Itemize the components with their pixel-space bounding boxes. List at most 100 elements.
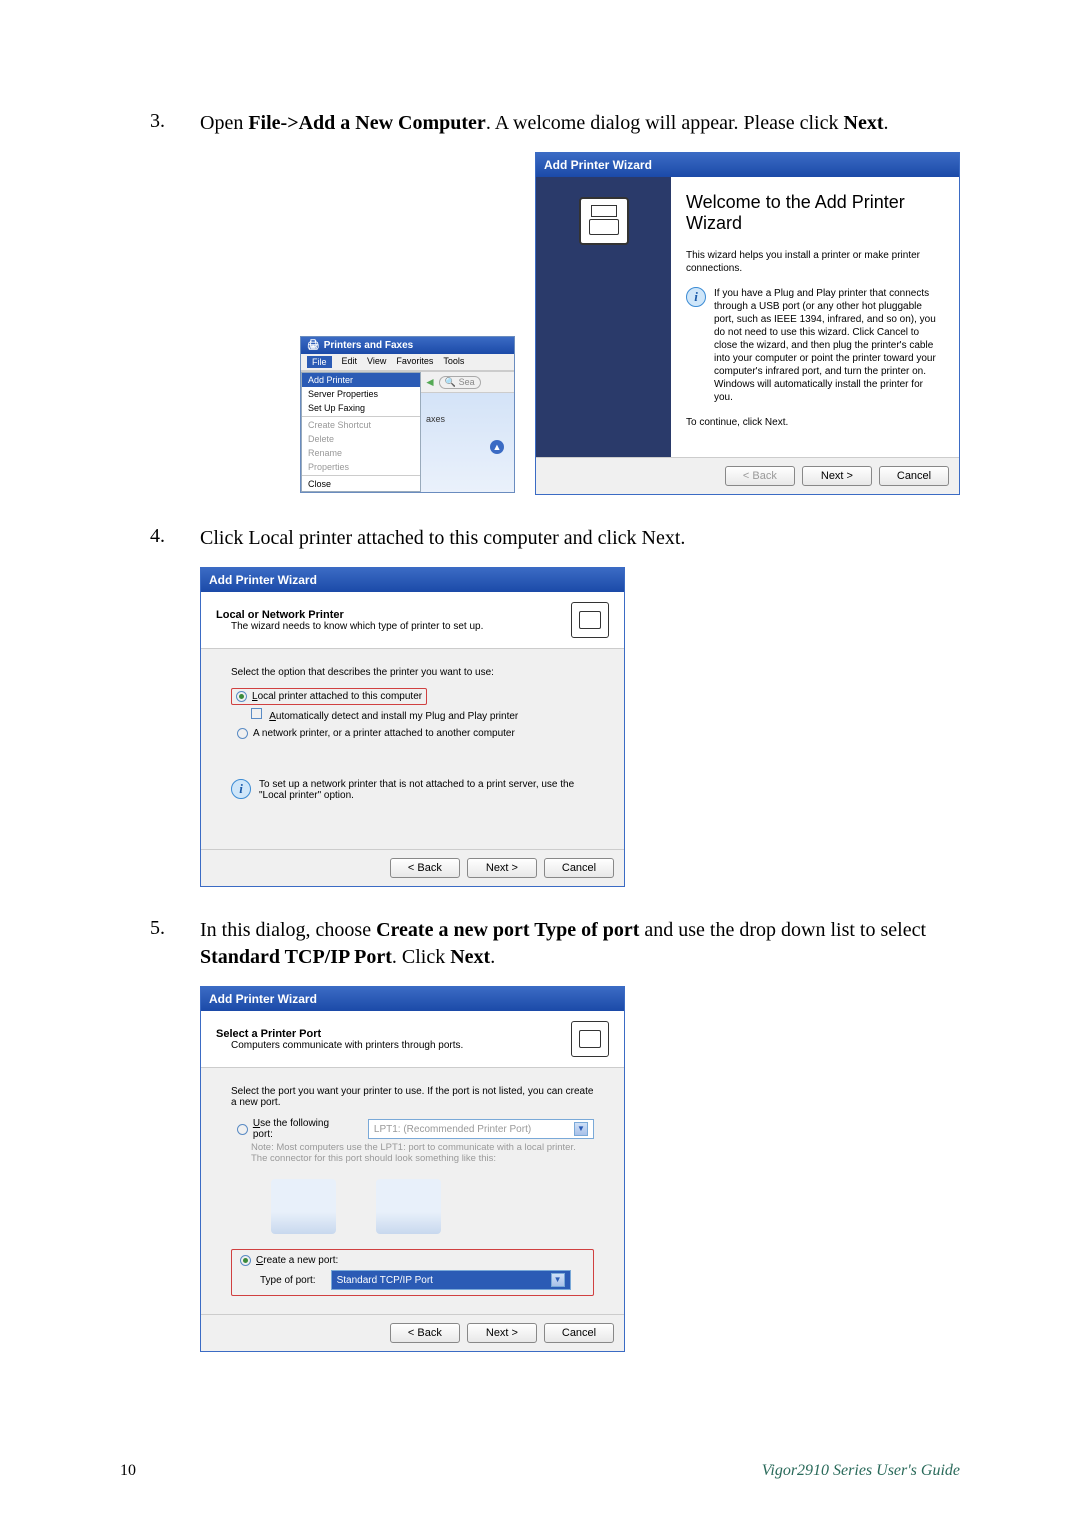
t: Open [200, 112, 248, 134]
opt-create-port-label: Create a new port: [256, 1255, 338, 1266]
radio-row-createport: Create a new port: [240, 1255, 585, 1266]
next-button[interactable]: Next > [802, 466, 872, 486]
step-3-num: 3. [120, 110, 200, 137]
pf-menubar: File Edit View Favorites Tools [301, 354, 514, 371]
t: . [883, 112, 888, 134]
connector-illustration-icon [376, 1179, 441, 1234]
wizard3-note: Note: Most computers use the LPT1: port … [251, 1142, 594, 1164]
chevron-down-icon[interactable]: ▼ [551, 1273, 565, 1287]
t: < Back [743, 470, 777, 482]
step-3: 3. Open File->Add a New Computer. A welc… [120, 110, 960, 137]
cancel-button[interactable]: Cancel [544, 858, 614, 878]
wizard3-titlebar: Add Printer Wizard [201, 987, 624, 1011]
t: . A welcome dialog will appear. Please c… [486, 112, 844, 134]
wizard-select-port: Add Printer Wizard Select a Printer Port… [200, 986, 625, 1352]
wizard2-titlebar: Add Printer Wizard [201, 568, 624, 592]
page-number: 10 [120, 1462, 136, 1480]
wizard-welcome: Add Printer Wizard Welcome to the Add Pr… [535, 152, 960, 495]
radio-use-port[interactable] [237, 1124, 248, 1135]
wizard2-info: i To set up a network printer that is no… [231, 779, 594, 811]
next-button[interactable]: Next > [467, 1323, 537, 1343]
t: Next [844, 112, 884, 134]
sep [302, 475, 420, 476]
wizard1-p2: To continue, click Next. [686, 416, 944, 429]
printer-icon [571, 602, 609, 638]
pf-body: Add Printer Server Properties Set Up Fax… [301, 371, 514, 492]
back-button[interactable]: < Back [390, 1323, 460, 1343]
menu-properties: Properties [302, 460, 420, 474]
wizard1-titlebar: Add Printer Wizard [536, 153, 959, 177]
wizard2-body: Select the option that describes the pri… [201, 649, 624, 849]
step-4: 4. Click Local printer attached to this … [120, 525, 960, 552]
wizard2-info-text: To set up a network printer that is not … [259, 779, 594, 801]
menu-view[interactable]: View [367, 356, 386, 368]
wizard2-highlight: LLocal printer attached to this computer… [231, 688, 427, 705]
menu-tools[interactable]: Tools [443, 356, 464, 368]
t: Create a new port Type of port [376, 919, 639, 941]
search-box[interactable]: 🔍 Sea [439, 376, 481, 389]
t: Next > [486, 862, 518, 874]
sep [302, 416, 420, 417]
menu-delete: Delete [302, 432, 420, 446]
printers-faxes-window: Printers and Faxes File Edit View Favori… [300, 336, 515, 493]
port-select: LPT1: (Recommended Printer Port) ▼ [368, 1119, 594, 1139]
menu-close[interactable]: Close [302, 477, 420, 491]
menu-edit[interactable]: Edit [342, 356, 358, 368]
printer-icon [571, 1021, 609, 1057]
menu-file[interactable]: File [307, 356, 332, 368]
cancel-button[interactable]: Cancel [879, 466, 949, 486]
wizard2-header: Local or Network Printer The wizard need… [201, 592, 624, 649]
wizard2-header-text: Local or Network Printer The wizard need… [216, 609, 483, 632]
radio-row-network: A network printer, or a printer attached… [237, 728, 594, 739]
wizard3-body: Select the port you want your printer to… [201, 1068, 624, 1314]
radio-network[interactable] [237, 728, 248, 739]
type-row: Type of port: Standard TCP/IP Port ▼ [260, 1270, 585, 1290]
wizard2-header-sub: The wizard needs to know which type of p… [216, 621, 483, 632]
port-type-select[interactable]: Standard TCP/IP Port ▼ [331, 1270, 571, 1290]
menu-server-props[interactable]: Server Properties [302, 387, 420, 401]
t: Cancel [562, 1327, 596, 1339]
checkbox-autodetect[interactable] [251, 708, 262, 719]
next-button[interactable]: Next > [467, 858, 537, 878]
step-4-num: 4. [120, 525, 200, 552]
wizard3-highlight: Create a new port: Type of port: Standar… [231, 1249, 594, 1296]
step-5-image: Add Printer Wizard Select a Printer Port… [200, 986, 960, 1352]
wizard1-info: i If you have a Plug and Play printer th… [686, 287, 944, 416]
wizard1-info-text: If you have a Plug and Play printer that… [714, 287, 944, 404]
t: . [490, 946, 495, 968]
collapse-icon[interactable]: ▲ [490, 440, 504, 454]
opt-network-label: A network printer, or a printer attached… [253, 728, 515, 739]
menu-rename: Rename [302, 446, 420, 460]
step-4-image: Add Printer Wizard Local or Network Prin… [200, 567, 960, 887]
wizard3-header: Select a Printer Port Computers communic… [201, 1011, 624, 1068]
wizard-local-network: Add Printer Wizard Local or Network Prin… [200, 567, 625, 887]
pf-titlebar: Printers and Faxes [301, 337, 514, 354]
wizard1-sidebar [536, 177, 671, 457]
pf-side-label: axes [426, 414, 445, 424]
wizard1-body: Welcome to the Add Printer Wizard This w… [536, 177, 959, 457]
menu-add-printer[interactable]: Add Printer [302, 373, 420, 387]
wizard3-header-text: Select a Printer Port Computers communic… [216, 1028, 463, 1051]
pf-sidepanel: ◄ 🔍 Sea axes ▲ [421, 372, 514, 492]
back-button[interactable]: < Back [390, 858, 460, 878]
page-footer: 10 Vigor2910 Series User's Guide [120, 1462, 960, 1480]
menu-favorites[interactable]: Favorites [396, 356, 433, 368]
guide-title: Vigor2910 Series User's Guide [762, 1462, 960, 1480]
radio-local[interactable] [236, 691, 247, 702]
t: Next > [821, 470, 853, 482]
t: LPT1: (Recommended Printer Port) [374, 1124, 531, 1135]
wizard3-header-bold: Select a Printer Port [216, 1028, 321, 1040]
step-3-text: Open File->Add a New Computer. A welcome… [200, 110, 960, 137]
opt-local-label: LLocal printer attached to this computer… [252, 691, 422, 702]
menu-setup-faxing[interactable]: Set Up Faxing [302, 401, 420, 415]
t: In this dialog, choose [200, 919, 376, 941]
radio-create-port[interactable] [240, 1255, 251, 1266]
step-4-text: Click Local printer attached to this com… [200, 525, 960, 552]
cancel-button[interactable]: Cancel [544, 1323, 614, 1343]
t: Sea [459, 377, 475, 387]
back-arrow-icon[interactable]: ◄ [424, 375, 436, 389]
radio-row-useport: Use the following port: LPT1: (Recommend… [237, 1118, 594, 1140]
port-illustration [271, 1179, 594, 1234]
t: Next [450, 946, 490, 968]
wizard3-header-sub: Computers communicate with printers thro… [216, 1040, 463, 1051]
